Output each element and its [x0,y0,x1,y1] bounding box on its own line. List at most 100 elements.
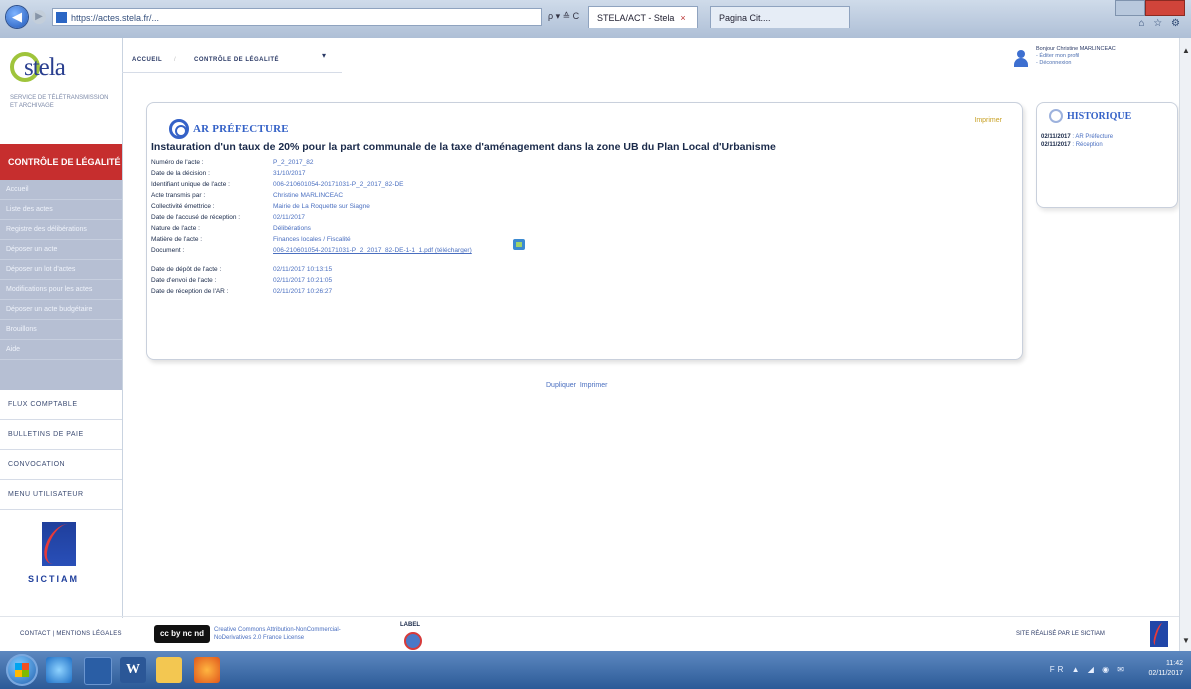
word-icon[interactable]: W [120,657,146,683]
close-window-button[interactable] [1145,0,1185,16]
stela-logo[interactable]: stela [10,50,120,90]
sidebar-section-menu-utilisateur[interactable]: MENU UTILISATEUR [0,480,122,510]
clock[interactable]: 11:42 02/11/2017 [1148,659,1183,679]
field-label: Date d'envoi de l'acte : [151,277,217,284]
field-value: Délibérations [273,225,311,232]
user-icon [1014,50,1028,68]
page-content: stela SERVICE DE TÉLÉTRANSMISSION ET ARC… [0,38,1180,651]
window-switcher-icon[interactable] [84,657,112,685]
internet-explorer-icon[interactable] [46,657,72,683]
sidebar-header[interactable]: CONTRÔLE DE LÉGALITÉ [0,144,122,180]
breadcrumb: ACCUEIL / CONTRÔLE DE LÉGALITÉ ▾ [122,48,342,73]
sidebar-item-liste-actes[interactable]: Liste des actes [0,200,122,220]
sictiam-logo[interactable]: SICTIAM [18,520,108,590]
address-bar[interactable]: https://actes.stela.fr/... [52,8,542,26]
forward-arrow-icon[interactable]: ▶ [32,10,46,24]
back-arrow-icon[interactable]: ◀ [6,6,28,28]
field-row: Acte transmis par : Christine MARLINCEAC [151,190,1011,201]
field-row: Date de réception de l'AR : 02/11/2017 10… [151,286,1011,297]
act-fields: Numéro de l'acte : P_2_2017_82 Date de la… [151,157,1011,297]
field-label: Collectivité émettrice : [151,203,215,210]
field-value: P_2_2017_82 [273,159,314,166]
user-info: Bonjour Christine MARLINCEAC - Éditer mo… [1036,46,1116,67]
field-value: 006-210601054-20171031-P_2_2017_82-DE [273,181,404,188]
breadcrumb-home[interactable]: ACCUEIL [132,48,162,72]
creative-commons-badge[interactable]: cc by nc nd [154,625,210,643]
act-title: Instauration d'un taux de 20% pour la pa… [151,141,776,153]
history-icon [1049,109,1063,123]
field-row: Date d'envoi de l'acte : 02/11/2017 10:21… [151,275,1011,286]
scroll-down-icon[interactable]: ▼ [1182,636,1190,645]
footer-links[interactable]: CONTACT | MENTIONS LÉGALES [20,631,122,637]
sidebar-item-modifications[interactable]: Modifications pour les actes [0,280,122,300]
vertical-scrollbar[interactable]: ▲ ▼ [1179,38,1191,651]
sictiam-small-logo-icon[interactable] [1150,621,1168,647]
label-badge: LABEL [400,622,428,650]
field-value: 31/10/2017 [273,170,306,177]
sidebar-section-convocation[interactable]: CONVOCATION [0,450,122,480]
field-label: Document : [151,247,185,254]
field-label: Date de la décision : [151,170,210,177]
field-value: 02/11/2017 10:26:27 [273,288,333,295]
windows-taskbar: W FR ▲ ◢ ◉ ✉ 11:42 02/11/2017 [0,651,1191,689]
firefox-icon[interactable] [194,657,220,683]
breadcrumb-separator: / [174,57,176,63]
history-entry: 02/11/2017 : AR Préfecture [1041,133,1113,141]
sidebar-item-deposer-lot[interactable]: Déposer un lot d'actes [0,260,122,280]
clock-time: 11:42 [1166,660,1183,667]
history-date: 02/11/2017 [1041,142,1071,148]
license-text[interactable]: Creative Commons Attribution-NonCommerci… [214,626,341,642]
edit-profile-link[interactable]: - Éditer mon profil [1036,53,1116,60]
history-text: : AR Préfecture [1072,134,1114,140]
field-value: Mairie de La Roquette sur Siagne [273,203,370,210]
site-favicon-icon [56,12,67,23]
duplicate-link[interactable]: Dupliquer [546,382,576,389]
card-actions: Dupliquer Imprimer [546,382,607,389]
close-tab-icon[interactable]: × [680,13,685,23]
sidebar-item-acte-budgetaire[interactable]: Déposer un acte budgétaire [0,300,122,320]
breadcrumb-current[interactable]: CONTRÔLE DE LÉGALITÉ [194,48,279,72]
document-link[interactable]: 006-210601054-20171031-P_2_2017_82-DE-1-… [273,245,472,256]
card-heading-text: AR PRÉFECTURE [193,123,289,135]
sidebar-section-bulletins[interactable]: BULLETINS DE PAIE [0,420,122,450]
history-text: : Réception [1072,142,1103,148]
minimize-button[interactable] [1115,0,1145,16]
field-value: Finances locales / Fiscalité [273,236,351,243]
print-action-link[interactable]: Imprimer [580,382,608,389]
logout-link[interactable]: - Déconnexion [1036,60,1116,67]
chevron-down-icon[interactable]: ▾ [322,44,326,68]
sidebar-item-aide[interactable]: Aide [0,340,122,360]
address-tools[interactable]: ρ ▾ ≙ C [548,11,579,22]
field-row: Numéro de l'acte : P_2_2017_82 [151,157,1011,168]
logo-subtitle: SERVICE DE TÉLÉTRANSMISSION ET ARCHIVAGE [10,95,109,109]
field-row: Date de l'accusé de réception : 02/11/201… [151,212,1011,223]
sidebar-item-brouillons[interactable]: Brouillons [0,320,122,340]
act-detail-card: AR PRÉFECTURE Imprimer Instauration d'un… [146,102,1023,360]
sidebar-item-accueil[interactable]: Accueil [0,180,122,200]
browser-home-icons[interactable]: ⌂ ☆ ⚙ [1138,18,1183,29]
field-row: Date de dépôt de l'acte : 02/11/2017 10:1… [151,264,1011,275]
start-button[interactable] [6,654,38,686]
print-link[interactable]: Imprimer [974,117,1002,124]
folder-icon[interactable] [156,657,182,683]
tab-label: STELA/ACT - Stela [597,13,675,23]
sidebar-item-deposer-acte[interactable]: Déposer un acte [0,240,122,260]
window-controls [1115,0,1185,16]
system-tray-icons[interactable]: FR ▲ ◢ ◉ ✉ [1050,665,1127,674]
sidebar-section-flux-comptable[interactable]: FLUX COMPTABLE [0,390,122,420]
footer: CONTACT | MENTIONS LÉGALES cc by nc nd C… [0,616,1180,652]
site-credit[interactable]: SITE RÉALISÉ PAR LE SICTIAM [1016,631,1105,637]
field-row: Matière de l'acte : Finances locales / Fi… [151,234,1011,245]
address-text: https://actes.stela.fr/... [71,13,160,23]
license-line: Creative Commons Attribution-NonCommerci… [214,627,341,633]
scroll-up-icon[interactable]: ▲ [1182,46,1190,55]
field-label: Date de dépôt de l'acte : [151,266,222,273]
document-download-icon[interactable] [513,239,525,250]
browser-toolbar: ◀ ▶ https://actes.stela.fr/... ρ ▾ ≙ C S… [0,0,1191,39]
tab-second[interactable]: Pagina Cit.... [710,6,850,28]
history-date: 02/11/2017 [1041,134,1071,140]
sidebar-item-registre[interactable]: Registre des délibérations [0,220,122,240]
field-label: Date de l'accusé de réception : [151,214,241,221]
tab-stela[interactable]: STELA/ACT - Stela × [588,6,698,28]
sidebar-menu: Accueil Liste des actes Registre des dél… [0,180,122,390]
